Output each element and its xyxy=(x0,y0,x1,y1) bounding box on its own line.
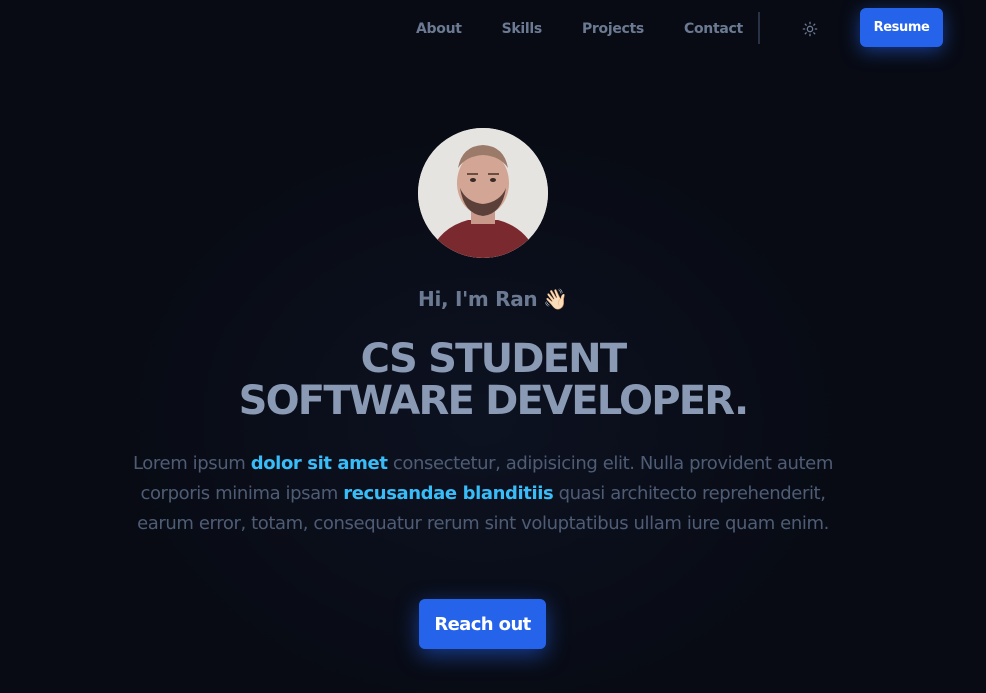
page-title: CS STUDENT SOFTWARE DEVELOPER. xyxy=(0,338,986,422)
wave-icon: 👋🏻 xyxy=(543,287,568,311)
headline-line-1: CS STUDENT xyxy=(360,336,628,382)
headline-line-2: SOFTWARE DEVELOPER. xyxy=(238,378,750,424)
page: About Skills Projects Contact Resume Hi,… xyxy=(0,0,986,693)
bio-text-1: Lorem ipsum xyxy=(133,453,251,474)
avatar xyxy=(418,128,548,258)
theme-toggle-button[interactable] xyxy=(798,17,822,41)
nav-link-contact[interactable]: Contact xyxy=(664,19,763,39)
sun-icon xyxy=(802,21,818,37)
reach-out-button[interactable]: Reach out xyxy=(419,599,546,649)
nav-link-about[interactable]: About xyxy=(396,19,482,39)
nav-link-projects[interactable]: Projects xyxy=(562,19,664,39)
bio-paragraph: Lorem ipsum dolor sit amet consectetur, … xyxy=(133,449,833,539)
profile-photo xyxy=(418,128,548,258)
top-navigation: About Skills Projects Contact Resume xyxy=(0,0,986,58)
greeting: Hi, I'm Ran 👋🏻 xyxy=(0,284,986,314)
resume-button[interactable]: Resume xyxy=(860,8,943,47)
nav-link-skills[interactable]: Skills xyxy=(482,19,562,39)
greeting-text: Hi, I'm Ran xyxy=(418,287,538,311)
nav-links: About Skills Projects Contact xyxy=(396,19,763,39)
nav-divider xyxy=(758,12,760,44)
bio-highlight-2: recusandae blanditiis xyxy=(343,483,554,504)
bio-highlight-1: dolor sit amet xyxy=(250,453,388,474)
